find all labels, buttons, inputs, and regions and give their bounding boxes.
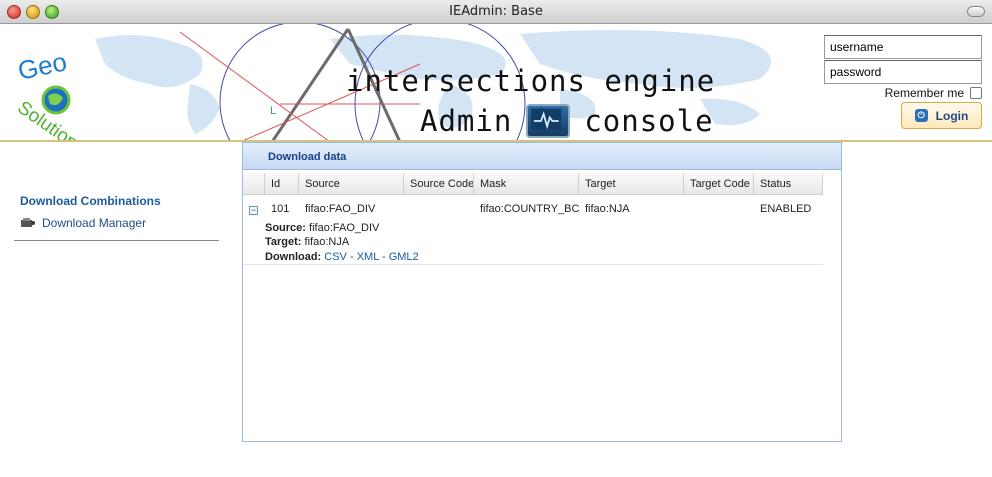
cell-status: ENABLED <box>760 203 812 215</box>
detail-download-label: Download: <box>265 251 322 263</box>
column-target[interactable]: Target <box>579 173 684 195</box>
window-title: IEAdmin: Base <box>449 4 543 19</box>
download-csv-link[interactable]: CSV <box>324 251 347 263</box>
login-button-label: Login <box>935 108 969 123</box>
cell-id: 101 <box>271 203 290 215</box>
detail-target-label: Target: <box>265 236 302 248</box>
download-manager-icon <box>21 218 35 227</box>
column-id[interactable]: Id <box>265 173 299 195</box>
remember-me-label: Remember me <box>884 86 964 100</box>
nav-section-title[interactable]: Download Combinations <box>20 194 161 208</box>
detail-source-value: fifao:FAO_DIV <box>309 222 380 234</box>
svg-text:Geo: Geo <box>15 46 69 86</box>
panel-title: Download data <box>243 143 841 170</box>
column-mask[interactable]: Mask <box>474 173 579 195</box>
toolbar-toggle-button[interactable] <box>967 6 985 17</box>
grid-header: Id Source Source Code Mask Target Target… <box>243 173 823 195</box>
detail-source-label: Source: <box>265 222 306 234</box>
detail-source: Source: fifao:FAO_DIV <box>265 222 379 234</box>
nav-item-download-manager[interactable]: Download Manager <box>20 216 146 230</box>
link-separator: - <box>378 251 389 263</box>
download-xml-link[interactable]: XML <box>357 251 379 263</box>
link-separator: - <box>346 251 357 263</box>
headline-admin-console: Admin console <box>420 104 714 138</box>
power-icon: ⏻ <box>914 109 928 122</box>
table-row[interactable]: − 101 fifao:FAO_DIV fifao:COUNTRY_BC fif… <box>243 195 823 265</box>
nav-divider <box>14 240 219 241</box>
column-status[interactable]: Status <box>754 173 823 195</box>
svg-text:L: L <box>270 105 276 117</box>
column-source-code[interactable]: Source Code <box>404 173 474 195</box>
headline-admin-word: Admin <box>420 104 513 138</box>
cell-source: fifao:FAO_DIV <box>305 203 376 215</box>
download-data-panel: Download data Id Source Source Code Mask… <box>242 142 842 442</box>
column-target-code[interactable]: Target Code <box>684 173 754 195</box>
nav-item-label: Download Manager <box>42 216 147 230</box>
remember-me-checkbox[interactable] <box>970 87 982 99</box>
headline-intersections-engine: intersections engine <box>346 64 716 98</box>
geo-solutions-logo: Geo Solutions <box>13 46 89 140</box>
login-button[interactable]: ⏻ Login <box>901 102 982 129</box>
password-input[interactable] <box>824 60 982 84</box>
collapse-row-button[interactable]: − <box>249 206 258 215</box>
cell-mask: fifao:COUNTRY_BC <box>480 203 579 215</box>
detail-download: Download: CSV - XML - GML2 <box>265 251 419 263</box>
column-expander <box>243 173 265 195</box>
monitor-icon <box>526 104 571 138</box>
username-input[interactable] <box>824 35 982 59</box>
headline-console-word: console <box>584 104 714 138</box>
detail-target-value: fifao:NJA <box>304 236 350 248</box>
column-source[interactable]: Source <box>299 173 404 195</box>
login-form <box>824 35 982 85</box>
remember-me[interactable]: Remember me <box>885 86 982 100</box>
app-header: L Geo Solutions intersections engine Adm… <box>0 24 992 142</box>
cell-target: fifao:NJA <box>585 203 630 215</box>
window-titlebar: IEAdmin: Base <box>0 0 992 24</box>
detail-target: Target: fifao:NJA <box>265 236 349 248</box>
download-gml2-link[interactable]: GML2 <box>389 251 419 263</box>
